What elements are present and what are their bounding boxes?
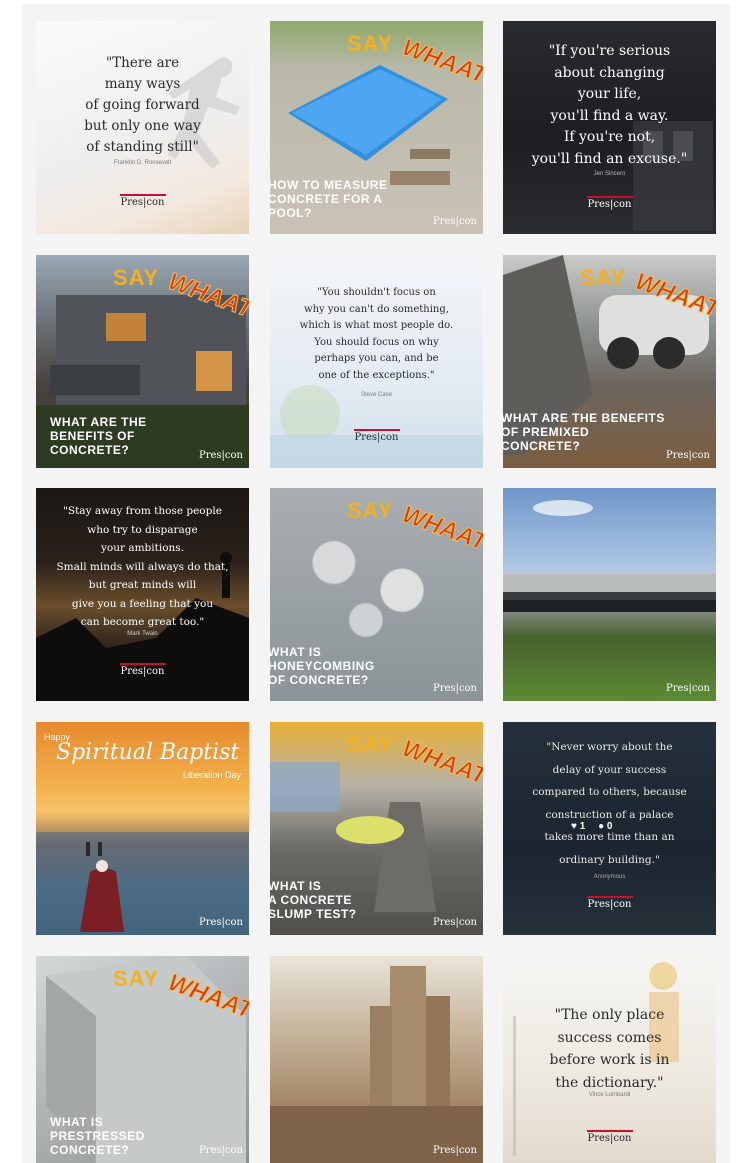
post-subtitle: Liberation Day (182, 770, 241, 780)
post-quote-case[interactable]: "You shouldn't focus on why you can't do… (270, 255, 483, 468)
brand-logo: Pres|con (199, 1145, 243, 1156)
post-caption: HOW TO MEASURE CONCRETE FOR A POOL? (270, 178, 388, 220)
bridge-image (503, 500, 716, 612)
quote-text: "Stay away from those people who try to … (56, 505, 229, 628)
post-caption: WHAT ARE THE BENEFITS OF PREMIXED CONCRE… (503, 411, 665, 453)
brand-logo: Pres|con (36, 663, 249, 677)
post-title: Spiritual Baptist (56, 740, 240, 765)
brand-logo: Pres|con (666, 683, 710, 694)
post-quote-anonymous[interactable]: "Never worry about the delay of your suc… (503, 722, 716, 935)
badge-say: SAY (113, 966, 160, 991)
comment-count: 0 (606, 821, 613, 832)
post-caption: WHAT IS A CONCRETE SLUMP TEST? (270, 879, 357, 921)
logo-accent-bar (353, 429, 400, 431)
quote-text: "You shouldn't focus on why you can't do… (299, 287, 454, 381)
quote-author: Jen Sincero (593, 171, 626, 177)
quote-author: Mark Twain (127, 631, 158, 637)
brand-logo: Pres|con (433, 683, 477, 694)
badge-whaat: WHAAT! (164, 267, 249, 326)
brand-logo: Pres|con (666, 450, 710, 461)
badge-whaat: WHAAT! (398, 500, 483, 559)
badge-whaat: WHAAT! (398, 33, 483, 92)
logo-text: Pres|con (587, 1133, 632, 1144)
quote-text: "Never worry about the delay of your suc… (532, 741, 687, 866)
post-slump-test[interactable]: SAY WHAAT! WHAT IS A CONCRETE SLUMP TEST?… (270, 722, 483, 935)
quote-author: Steve Case (360, 392, 393, 398)
post-honeycombing[interactable]: SAY WHAAT! WHAT IS HONEYCOMBING OF CONCRE… (270, 488, 483, 701)
brand-logo: Pres|con (433, 1145, 477, 1156)
post-pool-concrete[interactable]: SAY WHAAT! HOW TO MEASURE CONCRETE FOR A … (270, 21, 483, 234)
quote-author: Anonymous (593, 874, 626, 880)
badge-say: SAY (347, 498, 394, 523)
brand-logo: Pres|con (433, 917, 477, 928)
brand-logo: Pres|con (503, 1130, 716, 1144)
brand-logo: Pres|con (199, 917, 243, 928)
logo-text: Pres|con (120, 666, 165, 677)
quote-author: Franklin D. Roosevelt (113, 160, 172, 166)
brand-logo: Pres|con (270, 429, 483, 443)
post-grid: "There are many ways of going forward bu… (36, 21, 717, 1163)
post-bridge-photo[interactable]: Pres|con (503, 488, 716, 701)
post-quote-lombardi[interactable]: "The only place success comes before wor… (503, 956, 716, 1163)
logo-accent-bar (119, 663, 166, 665)
hover-stats: ♥ 1 ● 0 (571, 821, 612, 832)
badge-say: SAY (580, 265, 627, 290)
logo-accent-bar (586, 196, 633, 198)
post-quote-sincero[interactable]: "If you're serious about changing your l… (503, 21, 716, 234)
post-spiritual-baptist[interactable]: Happy Spiritual Baptist Liberation Day P… (36, 722, 249, 935)
comment-icon: ● (598, 821, 605, 832)
logo-accent-bar (586, 1130, 633, 1132)
logo-accent-bar (586, 896, 633, 898)
logo-text: Pres|con (354, 432, 399, 443)
quote-text: "If you're serious about changing your l… (531, 43, 688, 167)
quote-author: Vince Lombardi (588, 1092, 631, 1098)
post-silo-photo[interactable]: Pres|con (270, 956, 483, 1163)
say-whaat-badge: SAY WHAAT! (105, 960, 249, 1032)
quote-text: "The only place success comes before wor… (549, 1007, 670, 1091)
logo-text: Pres|con (587, 899, 632, 910)
logo-accent-bar (119, 194, 166, 196)
badge-whaat: WHAAT! (631, 267, 716, 326)
say-whaat-badge: SAY WHAAT! (339, 726, 483, 798)
post-quote-twain[interactable]: "Stay away from those people who try to … (36, 488, 249, 701)
brand-logo: Pres|con (503, 896, 716, 910)
logo-text: Pres|con (120, 197, 165, 208)
like-count: 1 (579, 821, 586, 832)
post-prestressed[interactable]: SAY WHAAT! WHAT IS PRESTRESSED CONCRETE? … (36, 956, 249, 1163)
badge-whaat: WHAAT! (164, 968, 249, 1027)
brand-logo: Pres|con (503, 196, 716, 210)
brand-logo: Pres|con (199, 450, 243, 461)
say-whaat-badge: SAY WHAAT! (105, 259, 249, 331)
badge-whaat: WHAAT! (398, 734, 483, 793)
badge-say: SAY (347, 732, 394, 757)
quote-text: "There are many ways of going forward bu… (84, 55, 201, 155)
cement-silo-image (270, 966, 483, 1163)
say-whaat-badge: SAY WHAAT! (572, 259, 716, 331)
heart-icon: ♥ (571, 821, 577, 832)
post-benefits-concrete[interactable]: SAY WHAAT! WHAT ARE THE BENEFITS OF CONCR… (36, 255, 249, 468)
brand-logo: Pres|con (36, 194, 249, 208)
badge-say: SAY (347, 31, 394, 56)
post-quote-roosevelt[interactable]: "There are many ways of going forward bu… (36, 21, 249, 234)
post-caption: WHAT IS HONEYCOMBING OF CONCRETE? (270, 645, 375, 687)
post-premixed-concrete[interactable]: SAY WHAAT! WHAT ARE THE BENEFITS OF PREMI… (503, 255, 716, 468)
logo-text: Pres|con (587, 199, 632, 210)
say-whaat-badge: SAY WHAAT! (339, 25, 483, 97)
badge-say: SAY (113, 265, 160, 290)
say-whaat-badge: SAY WHAAT! (339, 492, 483, 564)
brand-logo: Pres|con (433, 216, 477, 227)
